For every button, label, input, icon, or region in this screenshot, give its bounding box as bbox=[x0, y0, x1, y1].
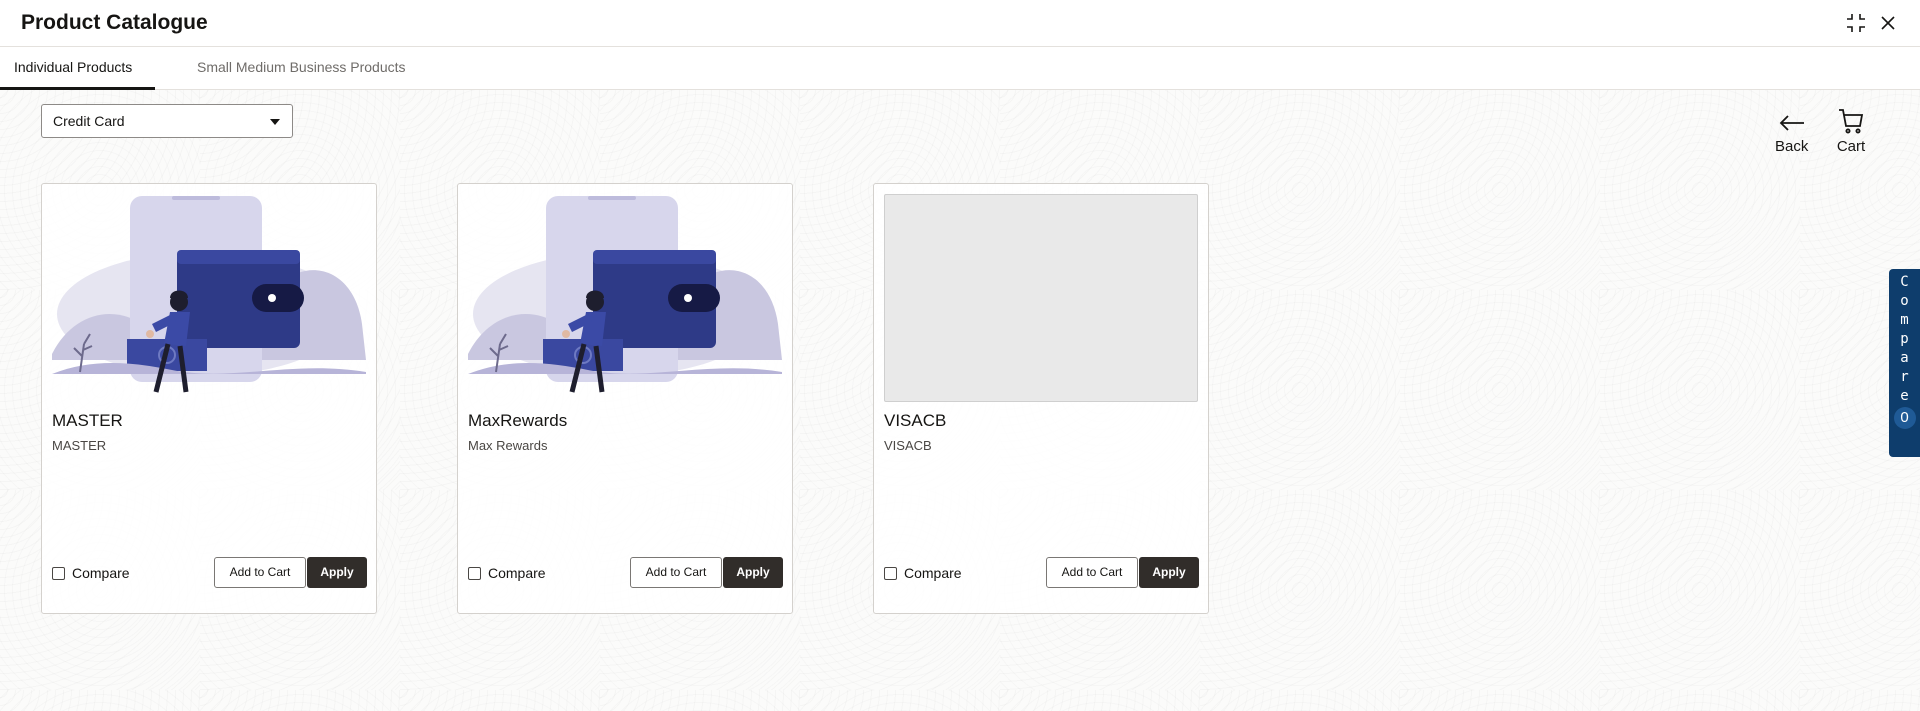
add-to-cart-button[interactable]: Add to Cart bbox=[214, 557, 306, 588]
wallet-illustration bbox=[468, 194, 782, 402]
collapse-icon[interactable] bbox=[1845, 12, 1867, 34]
product-type-value: Credit Card bbox=[53, 113, 125, 129]
checkbox-icon bbox=[52, 566, 65, 580]
back-label: Back bbox=[1775, 138, 1809, 155]
compare-panel-label: Compare bbox=[1900, 274, 1909, 404]
add-to-cart-button[interactable]: Add to Cart bbox=[1046, 557, 1138, 588]
cart-icon bbox=[1839, 109, 1864, 134]
tab-small-medium-business-products[interactable]: Small Medium Business Products bbox=[183, 47, 420, 90]
title-bar: Product Catalogue bbox=[0, 0, 1920, 47]
product-description: MASTER bbox=[52, 438, 107, 453]
compare-label: Compare bbox=[488, 565, 546, 581]
cart-button[interactable]: Cart bbox=[1836, 106, 1866, 155]
checkbox-icon bbox=[468, 566, 481, 580]
product-type-select[interactable]: Credit Card bbox=[41, 104, 293, 138]
compare-checkbox[interactable]: Compare bbox=[884, 565, 962, 581]
back-button[interactable]: Back bbox=[1775, 106, 1808, 155]
checkbox-icon bbox=[884, 566, 897, 580]
arrow-left-icon bbox=[1779, 115, 1804, 131]
cart-label: Cart bbox=[1836, 138, 1866, 155]
compare-count-badge: 0 bbox=[1893, 407, 1916, 429]
compare-label: Compare bbox=[904, 565, 962, 581]
close-icon[interactable] bbox=[1877, 12, 1899, 34]
product-card-maxrewards: MaxRewards Max Rewards Compare Add to Ca… bbox=[457, 183, 793, 614]
wallet-illustration bbox=[52, 194, 366, 402]
product-description: Max Rewards bbox=[468, 438, 548, 453]
product-card-visacb: VISACB VISACB Compare Add to Cart Apply bbox=[873, 183, 1209, 614]
apply-button[interactable]: Apply bbox=[1139, 557, 1199, 588]
product-card-master: MASTER MASTER Compare Add to Cart Apply bbox=[41, 183, 377, 614]
compare-panel-toggle[interactable]: Compare 0 bbox=[1889, 269, 1920, 457]
product-tabs: Individual Products Small Medium Busines… bbox=[0, 47, 1920, 90]
product-catalogue-window: Product Catalogue Individual Products Sm… bbox=[0, 0, 1920, 711]
page-title: Product Catalogue bbox=[21, 11, 208, 34]
product-name: MaxRewards bbox=[468, 411, 568, 430]
chevron-down-icon bbox=[270, 119, 280, 125]
add-to-cart-button[interactable]: Add to Cart bbox=[630, 557, 722, 588]
compare-checkbox[interactable]: Compare bbox=[52, 565, 130, 581]
tab-individual-products[interactable]: Individual Products bbox=[0, 47, 155, 90]
compare-checkbox[interactable]: Compare bbox=[468, 565, 546, 581]
apply-button[interactable]: Apply bbox=[723, 557, 783, 588]
compare-label: Compare bbox=[72, 565, 130, 581]
product-name: VISACB bbox=[884, 411, 947, 430]
image-placeholder bbox=[884, 194, 1198, 402]
product-name: MASTER bbox=[52, 411, 123, 430]
product-description: VISACB bbox=[884, 438, 932, 453]
apply-button[interactable]: Apply bbox=[307, 557, 367, 588]
